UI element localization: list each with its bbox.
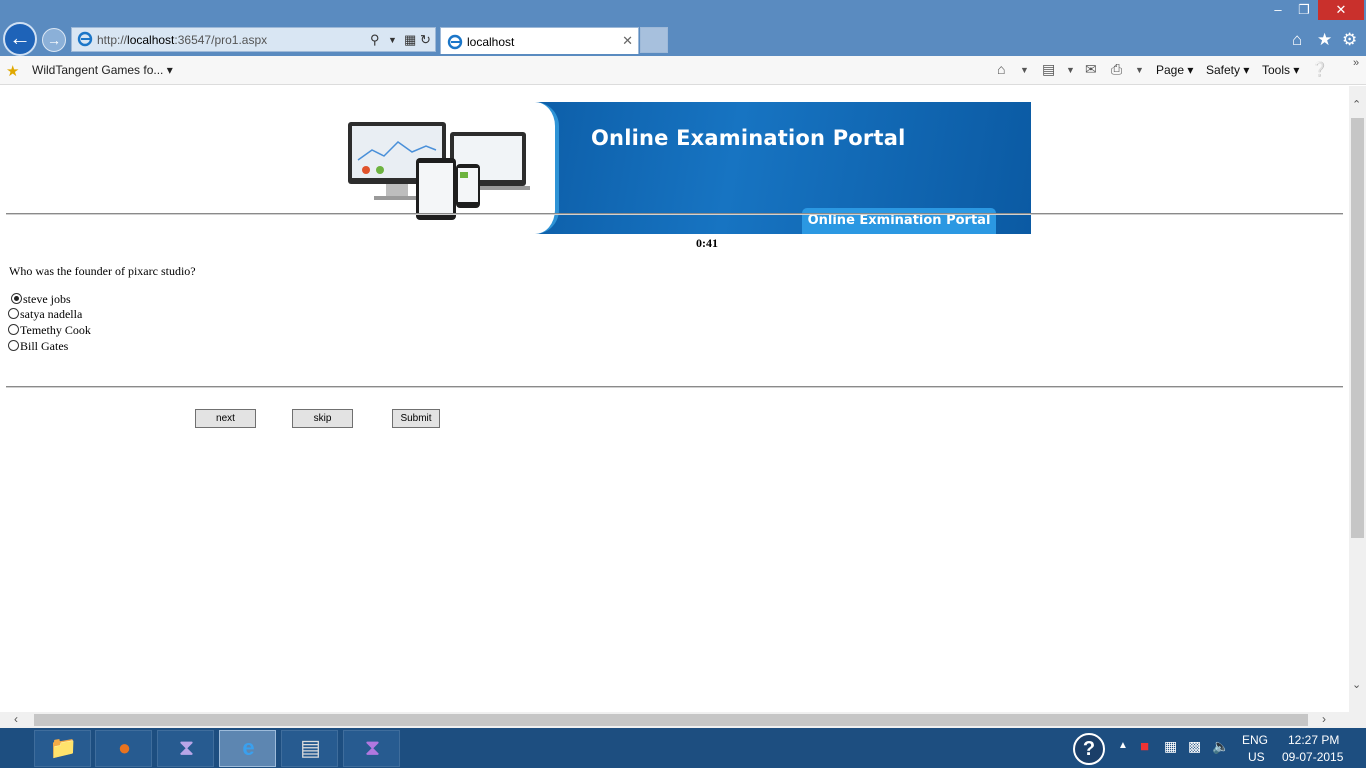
ie-icon [77,31,93,47]
home-icon[interactable]: ⌂ [997,61,1005,77]
scrollbar-corner [1349,712,1366,728]
tab-label: localhost [467,35,515,49]
region-indicator[interactable]: US [1248,750,1265,764]
option-label: steve jobs [23,292,71,306]
page-menu[interactable]: Page ▾ [1156,63,1193,77]
tab-localhost[interactable]: localhost ✕ [440,27,639,54]
security-alert-icon[interactable]: ■ [1140,738,1149,755]
mail-icon[interactable]: ✉ [1085,61,1097,78]
gear-icon[interactable]: ⚙ [1342,30,1357,50]
refresh-icon[interactable]: ↻ [420,32,431,48]
scroll-down-icon[interactable]: ⌄ [1352,678,1361,691]
browser-titlebar: – ❐ ✕ ← → http://localhost:36547/pro1.as… [0,0,1366,56]
option-label: Temethy Cook [20,323,91,337]
scroll-up-icon[interactable]: ⌃ [1352,98,1361,111]
close-window-button[interactable]: ✕ [1318,0,1364,20]
vertical-scrollbar[interactable]: ⌃ ⌄ [1349,86,1366,712]
url-text[interactable]: http://localhost:36547/pro1.aspx [97,33,267,47]
file-explorer-icon[interactable]: 📁 [34,730,91,767]
rss-feed-icon[interactable]: ▤ [1042,61,1055,78]
next-button[interactable]: next [195,409,256,428]
banner-title: Online Examination Portal [591,126,906,150]
page-viewport: Online Examination Portal Online Exminat… [0,86,1349,712]
skip-button[interactable]: skip [292,409,353,428]
option-label: satya nadella [20,307,83,321]
close-tab-icon[interactable]: ✕ [622,33,633,49]
question-text: Who was the founder of pixarc studio? [9,264,196,278]
radio-button[interactable] [8,324,19,335]
firefox-icon[interactable]: ● [95,730,152,767]
volume-icon[interactable]: 🔈 [1212,738,1229,755]
scroll-left-icon[interactable]: ‹ [14,712,18,726]
power-icon[interactable]: ▦ [1164,738,1177,755]
option-steve-jobs[interactable]: steve jobs [11,292,71,307]
ie-icon [447,34,463,50]
internet-explorer-icon[interactable]: e [219,730,276,767]
option-temethy-cook[interactable]: Temethy Cook [8,323,91,338]
more-icon[interactable]: » [1353,57,1359,69]
show-hidden-icons[interactable]: ▲ [1118,740,1128,751]
banner-subtitle-pill: Online Exmination Portal [802,208,996,234]
submit-button[interactable]: Submit [392,409,440,428]
radio-button[interactable] [8,308,19,319]
favorites-add-icon[interactable]: ★ [6,62,19,80]
help-icon[interactable]: ❔ [1311,61,1328,78]
radio-button[interactable] [8,340,19,351]
print-icon[interactable]: ⎙ [1111,61,1122,78]
option-label: Bill Gates [20,339,69,353]
horizontal-scrollbar[interactable]: ‹ › [0,712,1349,728]
new-tab-button[interactable] [640,27,668,53]
app-window-icon[interactable]: ▤ [281,730,338,767]
search-icon[interactable]: ⚲ [370,32,380,48]
chevron-down-icon[interactable]: ▼ [1020,65,1029,75]
radio-button[interactable] [11,293,22,304]
back-button[interactable]: ← [3,22,37,56]
vertical-scroll-thumb[interactable] [1351,118,1364,538]
clock-date[interactable]: 09-07-2015 [1282,750,1343,764]
visual-studio-blend-icon[interactable]: ⧗ [157,730,214,767]
safety-menu[interactable]: Safety ▾ [1206,63,1249,77]
language-indicator[interactable]: ENG [1242,733,1268,747]
scroll-right-icon[interactable]: › [1322,712,1326,726]
option-satya-nadella[interactable]: satya nadella [8,307,82,322]
chevron-down-icon[interactable]: ▼ [388,35,397,45]
chevron-down-icon[interactable]: ▼ [1135,65,1144,75]
command-bar: ★ WildTangent Games fo... ▾ ⌂ ▼ ▤ ▼ ✉ ⎙ … [0,56,1366,85]
minimize-button[interactable]: – [1268,0,1288,20]
top-divider [6,213,1343,215]
address-bar[interactable]: http://localhost:36547/pro1.aspx ⚲ ▼ ▦ ↻ [71,27,436,52]
tools-menu[interactable]: Tools ▾ [1262,63,1299,77]
horizontal-scroll-thumb[interactable] [34,714,1308,726]
favorite-link[interactable]: WildTangent Games fo... ▾ [32,63,173,77]
forward-button[interactable]: → [42,28,66,52]
restore-button[interactable]: ❐ [1294,0,1314,20]
visual-studio-icon[interactable]: ⧗ [343,730,400,767]
clock-time[interactable]: 12:27 PM [1288,733,1339,747]
exam-timer: 0:41 [696,236,718,250]
compatibility-icon[interactable]: ▦ [404,32,416,48]
favorites-star-icon[interactable]: ★ [1317,30,1332,50]
help-icon[interactable]: ? [1073,733,1105,765]
home-icon[interactable]: ⌂ [1292,30,1302,50]
option-bill-gates[interactable]: Bill Gates [8,339,68,354]
chevron-down-icon[interactable]: ▼ [1066,65,1075,75]
bottom-divider [6,386,1343,388]
network-signal-icon[interactable]: ▩ [1188,738,1201,755]
